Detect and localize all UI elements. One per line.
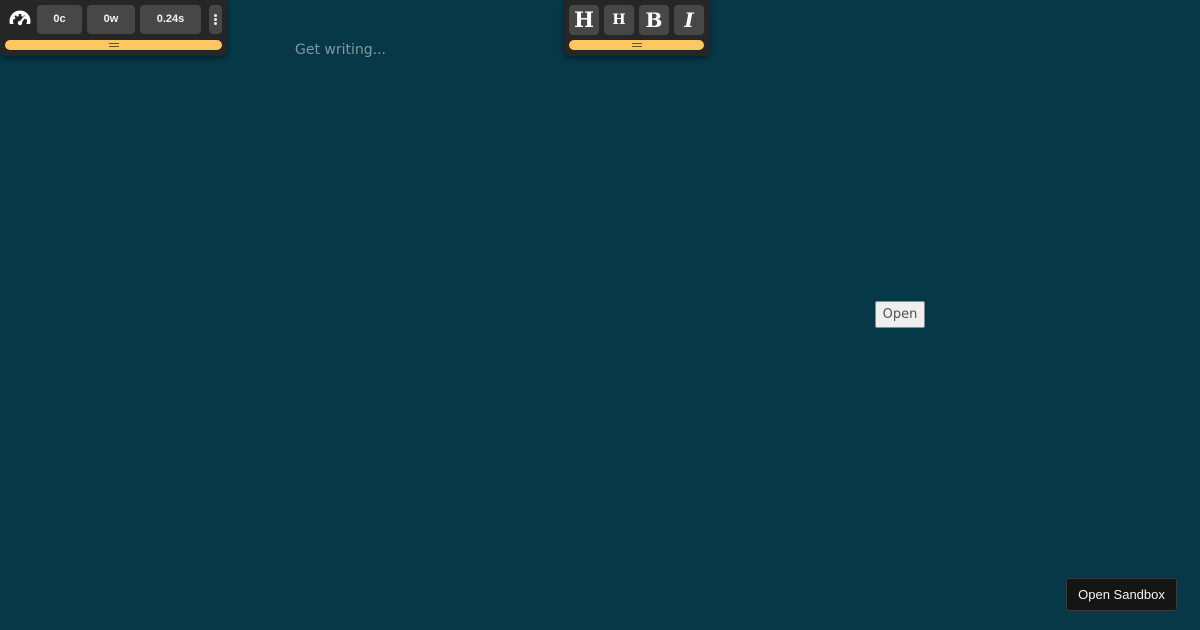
stats-toolbar-drag-handle[interactable] bbox=[5, 40, 222, 50]
open-button[interactable]: Open bbox=[875, 301, 925, 328]
word-count: 0w bbox=[87, 5, 135, 34]
heading-2-button[interactable]: H bbox=[604, 5, 634, 35]
open-sandbox-button[interactable]: Open Sandbox bbox=[1066, 578, 1177, 611]
time-elapsed: 0.24s bbox=[140, 5, 201, 34]
bold-button[interactable]: B bbox=[639, 5, 669, 35]
format-toolbar-drag-handle[interactable] bbox=[569, 40, 704, 50]
stats-row: 0c 0w 0.24s bbox=[0, 5, 227, 35]
grip-lines-icon bbox=[631, 43, 642, 47]
speedometer-icon[interactable] bbox=[6, 8, 34, 32]
editor-placeholder[interactable]: Get writing... bbox=[295, 42, 386, 58]
italic-button[interactable]: I bbox=[674, 5, 704, 35]
heading-1-button[interactable]: H bbox=[569, 5, 599, 35]
grip-lines-icon bbox=[108, 43, 119, 47]
format-toolbar: H H B I bbox=[564, 0, 710, 56]
vertical-ellipsis-icon[interactable] bbox=[209, 5, 222, 34]
stats-toolbar: 0c 0w 0.24s bbox=[0, 0, 227, 56]
character-count: 0c bbox=[37, 5, 82, 34]
